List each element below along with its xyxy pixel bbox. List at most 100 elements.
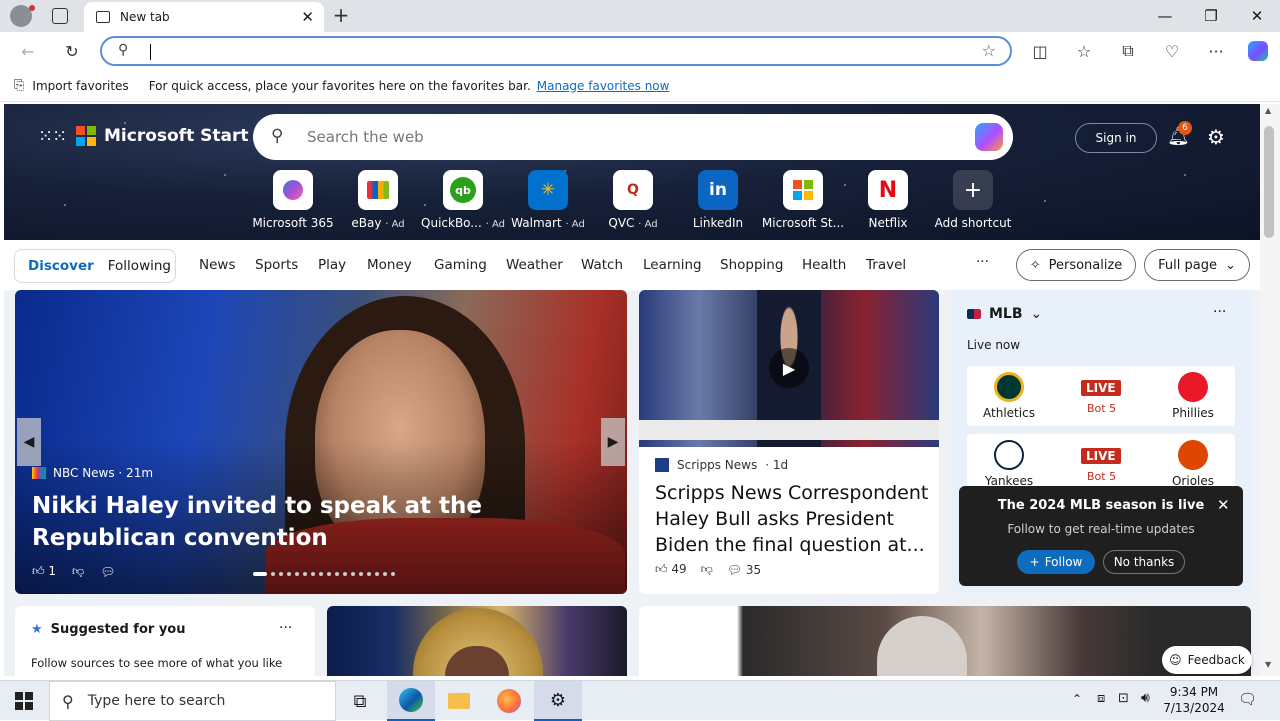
browser-title-bar: New tab ✕ + — ❐ ✕ (0, 0, 1280, 32)
mlb-header[interactable]: MLB ⌄ (967, 306, 1042, 322)
carousel-next-button[interactable]: ▶ (601, 418, 625, 466)
story-title[interactable]: Scripps News Correspondent Haley Bull as… (655, 480, 931, 558)
browser-essentials-icon[interactable]: ♡ (1158, 38, 1186, 64)
nav-item[interactable]: Health (802, 257, 846, 273)
scroll-down-icon[interactable]: ▼ (1265, 660, 1271, 669)
nav-item[interactable]: Weather (506, 257, 563, 273)
copilot-icon[interactable] (975, 123, 1003, 151)
shortcut-netflix[interactable]: N Netflix (845, 170, 931, 230)
shortcut-label: LinkedIn (692, 216, 744, 230)
address-bar[interactable]: ⚲ ☆ (100, 36, 1012, 66)
refresh-button[interactable]: ↻ (58, 38, 86, 64)
game-row[interactable]: Athletics LIVE Bot 5 Phillies (967, 366, 1235, 426)
taskbar-clock[interactable]: 9:34 PM 7/13/2024 (1158, 684, 1230, 716)
task-view-icon[interactable]: ⧉ (336, 681, 384, 721)
new-tab-button[interactable]: + (330, 3, 352, 29)
nav-item[interactable]: Money (367, 257, 412, 273)
dislike-icon[interactable]: 👎︎ (701, 562, 713, 577)
edge-app-icon[interactable] (387, 681, 435, 721)
tab-new-tab[interactable]: New tab ✕ (84, 2, 324, 32)
scroll-up-icon[interactable]: ▲ (1265, 106, 1271, 115)
app-launcher-icon[interactable]: ⁙⁙ (38, 126, 67, 147)
copilot-icon[interactable] (1244, 38, 1272, 64)
like-count: 1 (48, 564, 56, 578)
split-screen-icon[interactable]: ◫ (1026, 38, 1054, 64)
shortcut-ebay[interactable]: eBay · Ad (335, 170, 421, 230)
settings-gear-icon[interactable]: ⚙ (1207, 125, 1225, 149)
nav-item[interactable]: Travel (866, 257, 906, 273)
nav-item[interactable]: Gaming (434, 257, 487, 273)
nav-item[interactable]: News (199, 257, 235, 273)
firefox-app-icon[interactable] (485, 681, 533, 721)
shortcut-microsoft-365[interactable]: Microsoft 365 (250, 170, 336, 230)
story-card-image[interactable] (327, 606, 627, 676)
nav-item[interactable]: Sports (255, 257, 298, 273)
play-button[interactable]: ▶ (769, 348, 809, 388)
collections-icon[interactable]: ⧉ (1114, 38, 1142, 64)
page-scrollbar[interactable]: ▲ ▼ (1260, 104, 1280, 676)
tab-following[interactable]: Following (108, 258, 171, 274)
game-row[interactable]: Yankees LIVE Bot 5 Orioles (967, 434, 1235, 494)
start-button[interactable] (0, 681, 48, 721)
shortcut-walmart[interactable]: ✳ Walmart · Ad (505, 170, 591, 230)
shortcut-quickbooks[interactable]: qb QuickBo... · Ad (420, 170, 506, 230)
taskbar-search[interactable]: ⚲ Type here to search (49, 681, 336, 721)
personalize-button[interactable]: ✧ Personalize (1016, 249, 1136, 281)
close-icon[interactable]: ✕ (1217, 496, 1230, 514)
nbc-peacock-icon (32, 467, 46, 479)
comment-icon[interactable]: 💬︎ (100, 565, 115, 579)
sign-in-button[interactable]: Sign in (1075, 123, 1157, 153)
tray-device-icon[interactable]: ⧈ (1097, 691, 1105, 706)
feedback-button[interactable]: ☺ Feedback (1162, 646, 1252, 674)
web-search-box[interactable]: ⚲ Search the web (253, 114, 1013, 160)
like-button[interactable]: 👍︎ 1 (32, 564, 56, 579)
shortcut-microsoft-store[interactable]: Microsoft St... (760, 170, 846, 230)
no-thanks-button[interactable]: No thanks (1103, 550, 1185, 574)
network-icon[interactable]: ⊡ (1118, 691, 1129, 706)
comment-button[interactable]: 💬︎ 35 (727, 563, 761, 577)
full-page-dropdown[interactable]: Full page ⌄ (1144, 249, 1250, 281)
favorite-star-icon[interactable]: ☆ (982, 41, 996, 60)
nav-more-button[interactable]: ··· (976, 254, 989, 270)
volume-icon[interactable]: 🔊︎ (1141, 690, 1150, 706)
shortcut-linkedin[interactable]: in LinkedIn (675, 170, 761, 230)
more-options-icon[interactable]: ··· (279, 620, 292, 636)
settings-app-icon[interactable]: ⚙ (534, 681, 582, 721)
story-card-wide[interactable] (639, 606, 1251, 676)
search-icon: ⚲ (118, 42, 129, 58)
minimize-button[interactable]: — (1142, 0, 1188, 32)
microsoft-start-logo[interactable]: Microsoft Start (76, 126, 248, 146)
add-shortcut-button[interactable]: + Add shortcut (930, 170, 1016, 230)
favorites-icon[interactable]: ☆ (1070, 38, 1098, 64)
like-button[interactable]: 👍︎ 49 (655, 562, 687, 577)
like-count: 49 (671, 562, 687, 576)
manage-favorites-link[interactable]: Manage favorites now (537, 79, 670, 93)
more-options-icon[interactable]: ··· (1213, 304, 1226, 320)
close-window-button[interactable]: ✕ (1234, 0, 1280, 32)
back-button[interactable]: ← (14, 38, 42, 64)
follow-button[interactable]: + Follow (1017, 550, 1095, 574)
carousel-prev-button[interactable]: ◀ (17, 418, 41, 466)
tab-actions-icon[interactable] (52, 8, 68, 24)
dislike-icon[interactable]: 👎︎ (72, 564, 84, 579)
nav-item[interactable]: Learning (643, 257, 702, 273)
import-favorites-button[interactable]: Import favorites (32, 79, 128, 93)
nav-item[interactable]: Play (318, 257, 346, 273)
nav-item[interactable]: Shopping (720, 257, 783, 273)
settings-more-icon[interactable]: ··· (1202, 38, 1230, 64)
shortcut-qvc[interactable]: Q QVC · Ad (590, 170, 676, 230)
tab-discover[interactable]: Discover (28, 258, 94, 274)
story-title[interactable]: Nikki Haley invited to speak at the Repu… (32, 490, 592, 554)
text-caret (150, 44, 151, 60)
top-story-card[interactable]: ◀ ▶ NBC News · 21m Nikki Haley invited t… (15, 290, 627, 594)
close-tab-icon[interactable]: ✕ (301, 8, 314, 26)
nav-item[interactable]: Watch (581, 257, 623, 273)
file-explorer-icon[interactable] (435, 681, 483, 721)
restore-button[interactable]: ❐ (1188, 0, 1234, 32)
profile-alert-dot (29, 5, 35, 11)
search-placeholder: Search the web (307, 128, 424, 146)
notification-center-icon[interactable]: 🗨︎ (1238, 690, 1257, 708)
tray-chevron-up-icon[interactable]: ⌃ (1072, 692, 1082, 706)
video-story-card[interactable]: ▶ Scripps News · 1d Scripps News Corresp… (639, 290, 939, 594)
scrollbar-thumb[interactable] (1264, 126, 1274, 238)
